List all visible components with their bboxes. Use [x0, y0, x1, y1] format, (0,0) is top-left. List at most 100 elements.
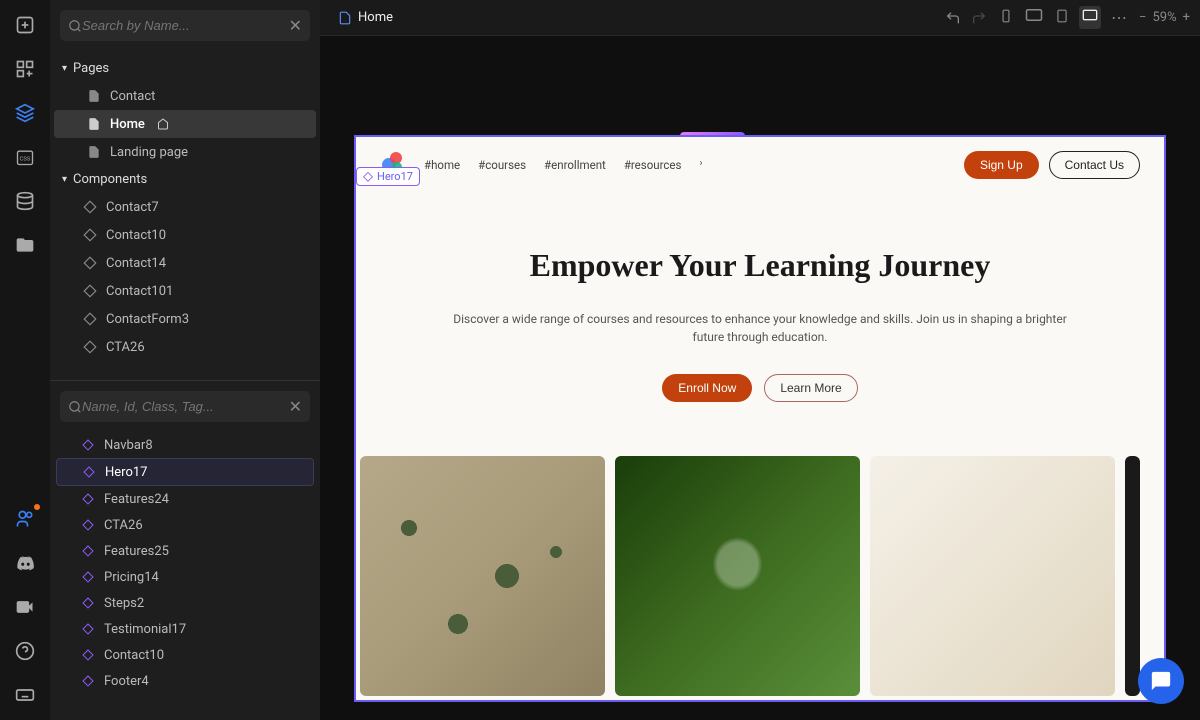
page-icon — [86, 88, 102, 104]
components-group-label[interactable]: ▾ Components — [50, 166, 320, 193]
tablet-icon[interactable] — [1053, 6, 1071, 29]
diamond-icon — [80, 647, 96, 663]
zoom-out-icon[interactable]: − — [1139, 10, 1146, 25]
page-item-label: Home — [110, 117, 145, 132]
outline-item[interactable]: Features25 — [56, 538, 314, 564]
contact-us-button[interactable]: Contact Us — [1049, 151, 1140, 179]
page-icon — [338, 11, 352, 25]
diamond-icon — [80, 673, 96, 689]
add-icon[interactable] — [12, 12, 38, 38]
site-navbar: #home #courses #enrollment #resources › … — [356, 137, 1164, 193]
pages-group-label[interactable]: ▾ Pages — [50, 55, 320, 82]
outline-item[interactable]: Testimonial17 — [56, 616, 314, 642]
users-icon[interactable] — [12, 506, 38, 532]
website-canvas[interactable]: #home #courses #enrollment #resources › … — [355, 136, 1165, 701]
outline-item[interactable]: Features24 — [56, 486, 314, 512]
icon-rail: CSS — [0, 0, 50, 720]
diamond-icon — [363, 172, 373, 182]
hero-section[interactable]: Empower Your Learning Journey Discover a… — [356, 193, 1164, 446]
undo-icon[interactable] — [945, 10, 961, 26]
outline-label: Navbar8 — [104, 438, 153, 453]
clear-search-icon[interactable]: ✕ — [289, 16, 302, 35]
gallery-image[interactable] — [870, 456, 1115, 696]
component-item[interactable]: ContactForm3 — [54, 305, 316, 333]
chat-bubble-button[interactable] — [1138, 658, 1184, 704]
outline-item[interactable]: Footer4 — [56, 668, 314, 694]
css-icon[interactable]: CSS — [12, 144, 38, 170]
component-item[interactable]: Contact7 — [54, 193, 316, 221]
hero-gallery — [356, 446, 1164, 700]
nav-link[interactable]: #resources — [624, 158, 682, 172]
chevron-right-icon: › — [699, 158, 702, 172]
outline-item[interactable]: Navbar8 — [56, 432, 314, 458]
page-icon — [86, 144, 102, 160]
outline-label: Steps2 — [104, 596, 144, 611]
outline-label: Testimonial17 — [104, 622, 186, 637]
outline-label: Pricing14 — [104, 570, 159, 585]
help-icon[interactable] — [12, 638, 38, 664]
page-item-label: Landing page — [110, 145, 188, 160]
component-item[interactable]: CTA26 — [54, 333, 316, 361]
tab-label: Home — [358, 10, 393, 25]
component-label: Contact7 — [106, 200, 159, 215]
outline-search[interactable]: ✕ — [60, 391, 310, 422]
outline-panel: ✕ Navbar8 Hero17Features24CTA26Features25… — [50, 380, 320, 720]
clear-outline-search-icon[interactable]: ✕ — [289, 397, 302, 416]
nav-link[interactable]: #courses — [478, 158, 526, 172]
pages-search-input[interactable] — [82, 18, 285, 33]
outline-item[interactable]: CTA26 — [56, 512, 314, 538]
redo-icon[interactable] — [971, 10, 987, 26]
pages-label-text: Pages — [73, 61, 109, 76]
layers-icon[interactable] — [12, 100, 38, 126]
more-icon[interactable]: ⋯ — [1109, 6, 1129, 29]
side-panel: ✕ ▾ Pages Contact Home Landing page ▾ Co… — [50, 0, 320, 720]
outline-item[interactable]: Hero17 — [56, 458, 314, 486]
selection-tag[interactable]: Hero17 — [356, 167, 420, 186]
component-item[interactable]: Contact10 — [54, 221, 316, 249]
add-component-icon[interactable] — [12, 56, 38, 82]
gallery-image[interactable] — [360, 456, 605, 696]
page-item-label: Contact — [110, 89, 155, 104]
chevron-down-icon: ▾ — [62, 174, 67, 185]
component-item[interactable]: Contact14 — [54, 249, 316, 277]
gallery-image[interactable] — [1125, 456, 1140, 696]
component-label: ContactForm3 — [106, 312, 189, 327]
outline-search-input[interactable] — [82, 399, 285, 414]
diamond-icon — [82, 283, 98, 299]
search-icon — [68, 400, 82, 414]
tab-home[interactable]: Home — [330, 6, 401, 29]
pages-search[interactable]: ✕ — [60, 10, 310, 41]
page-item-landing[interactable]: Landing page — [54, 138, 316, 166]
desktop-icon[interactable] — [1079, 6, 1101, 29]
nav-link[interactable]: #enrollment — [544, 158, 606, 172]
diamond-icon — [80, 491, 96, 507]
outline-item[interactable]: Steps2 — [56, 590, 314, 616]
outline-label: Contact10 — [104, 648, 164, 663]
folder-icon[interactable] — [12, 232, 38, 258]
database-icon[interactable] — [12, 188, 38, 214]
gallery-image[interactable] — [615, 456, 860, 696]
page-item-home[interactable]: Home — [54, 110, 316, 138]
diamond-icon — [80, 517, 96, 533]
outline-item[interactable]: Pricing14 — [56, 564, 314, 590]
component-item[interactable]: Contact101 — [54, 277, 316, 305]
enroll-now-button[interactable]: Enroll Now — [662, 374, 752, 402]
svg-text:CSS: CSS — [20, 156, 31, 162]
outline-item[interactable]: Contact10 — [56, 642, 314, 668]
nav-link[interactable]: #home — [424, 158, 460, 172]
keyboard-icon[interactable] — [12, 682, 38, 708]
video-icon[interactable] — [12, 594, 38, 620]
diamond-icon — [80, 621, 96, 637]
diamond-icon — [80, 437, 96, 453]
tablet-landscape-icon[interactable] — [1023, 6, 1045, 29]
device-toolbar: ⋯ — [997, 6, 1129, 29]
zoom-in-icon[interactable]: + — [1183, 10, 1190, 25]
learn-more-button[interactable]: Learn More — [764, 374, 857, 402]
canvas-viewport[interactable]: #home #courses #enrollment #resources › … — [320, 36, 1200, 720]
component-label: Contact14 — [106, 256, 166, 271]
mobile-icon[interactable] — [997, 6, 1015, 29]
signup-button[interactable]: Sign Up — [964, 151, 1039, 179]
component-label: CTA26 — [106, 340, 145, 355]
page-item-contact[interactable]: Contact — [54, 82, 316, 110]
discord-icon[interactable] — [12, 550, 38, 576]
